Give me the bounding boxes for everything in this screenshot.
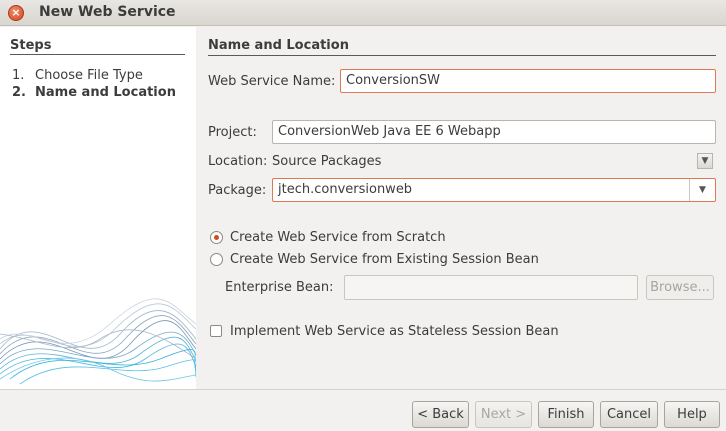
project-field[interactable]: ConversionWeb Java EE 6 Webapp [272,120,716,144]
steps-title: Steps [10,38,52,53]
create-from-scratch-label[interactable]: Create Web Service from Scratch [230,230,446,245]
web-service-name-label: Web Service Name: [208,74,335,89]
stateless-session-bean-checkbox[interactable] [210,325,222,337]
steps-sidebar: Steps 1. Choose File Type 2. Name and Loca… [0,27,196,389]
section-title: Name and Location [208,38,349,53]
web-service-name-input[interactable]: ConversionSW [340,69,716,93]
chevron-down-icon[interactable]: ▼ [689,179,715,201]
step-item-name-and-location: 2. Name and Location [12,85,176,100]
create-from-session-bean-label[interactable]: Create Web Service from Existing Session… [230,252,539,267]
window-title: New Web Service [39,4,176,20]
create-from-scratch-radio[interactable] [210,231,223,244]
package-combobox[interactable]: jtech.conversionweb ▼ [272,178,716,202]
title-bar: × New Web Service [0,0,726,26]
section-divider [208,55,716,56]
wizard-content: Name and Location Web Service Name: Conv… [196,27,726,389]
create-from-session-bean-radio[interactable] [210,253,223,266]
package-value: jtech.conversionweb [278,182,413,197]
cancel-button[interactable]: Cancel [600,401,658,428]
stateless-session-bean-label[interactable]: Implement Web Service as Stateless Sessi… [230,324,559,339]
location-value: Source Packages [272,154,382,169]
back-button[interactable]: < Back [412,401,469,428]
step-label: Name and Location [35,85,176,100]
location-label: Location: [208,154,268,169]
step-item-choose-file-type: 1. Choose File Type [12,68,143,83]
step-label: Choose File Type [35,68,143,83]
web-service-name-label-text: Web Service Name: [208,74,336,89]
package-label: Package: [208,183,267,198]
help-button[interactable]: Help [664,401,720,428]
step-number: 2. [12,85,26,100]
enterprise-bean-label: Enterprise Bean: [225,280,334,295]
location-dropdown-arrow-icon[interactable]: ▼ [697,153,713,169]
browse-button[interactable]: Browse... [646,275,714,300]
close-icon[interactable]: × [8,5,24,21]
step-number: 1. [12,68,25,83]
steps-divider [10,54,185,55]
project-label: Project: [208,125,257,140]
finish-button[interactable]: Finish [538,401,594,428]
next-button[interactable]: Next > [475,401,532,428]
wizard-footer: < Back Next > Finish Cancel Help [0,389,726,431]
enterprise-bean-input[interactable] [344,275,638,300]
decorative-wave-image [0,298,196,385]
